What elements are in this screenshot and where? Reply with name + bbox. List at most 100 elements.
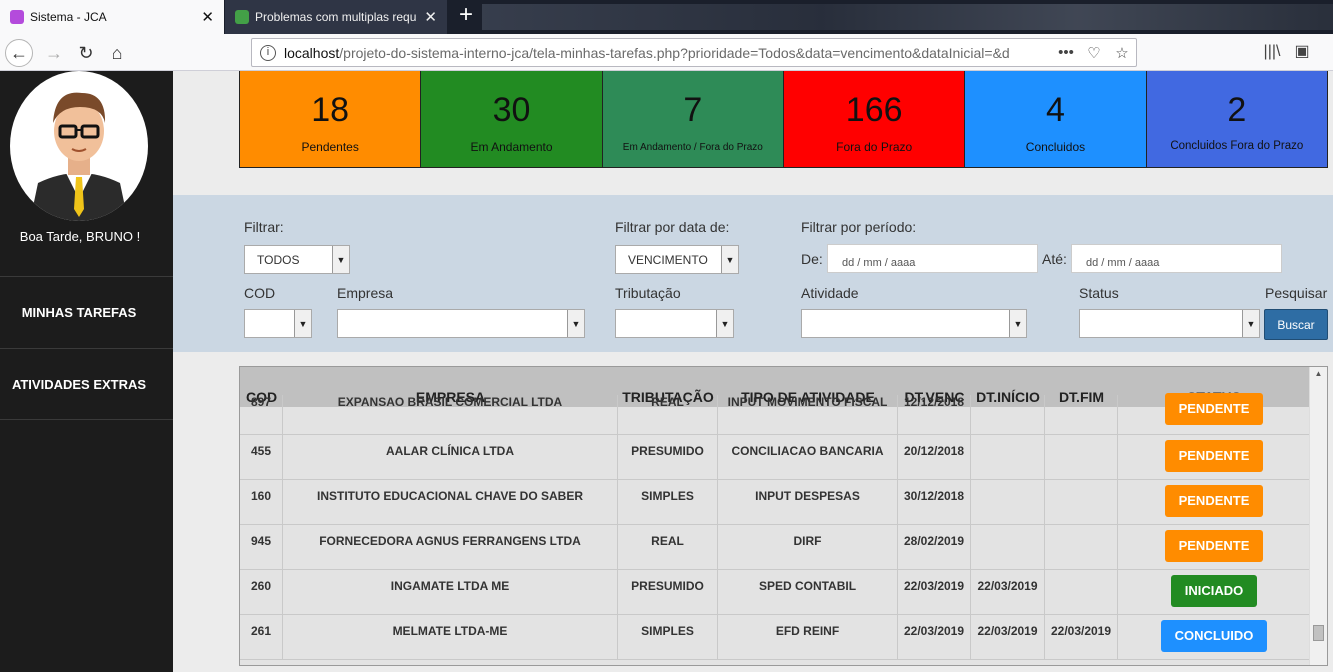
site-info-icon[interactable]: i (260, 44, 276, 61)
cell-tributacao: SIMPLES (618, 480, 718, 524)
close-tab-icon[interactable]: ✕ (201, 8, 214, 26)
cell-dt-venc: 22/03/2019 (898, 615, 971, 659)
reload-icon[interactable]: ↻ (72, 39, 100, 67)
cell-empresa: MELMATE LTDA-ME (283, 615, 618, 659)
status-badge[interactable]: CONCLUIDO (1160, 620, 1268, 652)
cell-tipo: INPUT MOVIMENTO FISCAL (718, 395, 898, 434)
stat-value: 2 (1227, 91, 1247, 129)
cell-dt-fim (1045, 570, 1118, 614)
browser-tab-bar: Sistema - JCA ✕ Problemas com multiplas … (0, 0, 1333, 34)
tributacao-select[interactable]: ▼ (615, 309, 734, 338)
cell-dt-fim (1045, 435, 1118, 479)
cell-status: PENDENTE (1118, 525, 1310, 569)
pocket-icon[interactable]: ♡ (1080, 44, 1108, 62)
date-to-input[interactable]: dd / mm / aaaa (1071, 244, 1282, 273)
url-text: localhost/projeto-do-sistema-interno-jca… (284, 44, 1010, 61)
status-label: Status (1079, 285, 1119, 301)
chevron-down-icon: ▼ (721, 246, 738, 273)
status-badge[interactable]: PENDENTE (1164, 530, 1264, 562)
cell-tributacao: SIMPLES (618, 615, 718, 659)
bookmark-star-icon[interactable]: ☆ (1108, 44, 1136, 62)
status-badge[interactable]: PENDENTE (1164, 440, 1264, 472)
sidebar-item-minhas-tarefas[interactable]: MINHAS TAREFAS (0, 276, 173, 348)
cell-dt-fim (1045, 525, 1118, 569)
cod-select[interactable]: ▼ (244, 309, 312, 338)
stat-fora-do-prazo[interactable]: 166 Fora do Prazo (783, 71, 966, 167)
cell-cod: 160 (240, 480, 283, 524)
blurred-tabs (482, 4, 1333, 30)
sidebar-toggle-icon[interactable]: ▣ (1290, 40, 1314, 64)
stat-em-andamento[interactable]: 30 Em Andamento (421, 71, 603, 167)
cell-tributacao: REAL (618, 395, 718, 434)
stat-pendentes[interactable]: 18 Pendentes (240, 71, 422, 167)
priority-select-value: TODOS (257, 252, 300, 267)
buscar-button[interactable]: Buscar (1264, 309, 1328, 340)
table-row[interactable]: 260 INGAMATE LTDA ME PRESUMIDO SPED CONT… (240, 570, 1310, 615)
cell-tributacao: REAL (618, 525, 718, 569)
page-actions-icon[interactable]: ••• (1052, 44, 1080, 61)
cell-cod: 455 (240, 435, 283, 479)
stat-label: Em Andamento / Fora do Prazo (622, 142, 763, 153)
forward-arrow-icon[interactable]: → (40, 39, 68, 67)
atividade-select[interactable]: ▼ (801, 309, 1027, 338)
table-row[interactable]: 945 FORNECEDORA AGNUS FERRANGENS LTDA RE… (240, 525, 1310, 570)
address-bar[interactable]: i localhost/projeto-do-sistema-interno-j… (251, 38, 1137, 67)
date-from-input[interactable]: dd / mm / aaaa (827, 244, 1038, 273)
tab-problemas[interactable]: Problemas com multiplas requ ✕ (225, 0, 447, 34)
chevron-down-icon: ▼ (1009, 310, 1026, 337)
chevron-down-icon: ▼ (716, 310, 733, 337)
cell-empresa: AALAR CLÍNICA LTDA (283, 435, 618, 479)
chevron-down-icon: ▼ (567, 310, 584, 337)
table-row[interactable]: 160 INSTITUTO EDUCACIONAL CHAVE DO SABER… (240, 480, 1310, 525)
tab-title: Problemas com multiplas requ (255, 10, 417, 24)
cell-status: CONCLUIDO (1118, 615, 1310, 659)
new-tab-icon[interactable]: + (454, 2, 478, 30)
home-icon[interactable]: ⌂ (103, 39, 131, 67)
close-tab-icon[interactable]: ✕ (424, 8, 437, 26)
scrollbar-thumb[interactable] (1313, 625, 1324, 641)
data-label: Filtrar por data de: (615, 219, 730, 235)
stat-label: Em Andamento (470, 140, 553, 154)
date-type-select[interactable]: VENCIMENTO ▼ (615, 245, 739, 274)
cell-dt-venc: 28/02/2019 (898, 525, 971, 569)
stat-value: 7 (683, 91, 703, 129)
stat-label: Concluidos (1025, 140, 1086, 154)
chevron-down-icon: ▼ (1242, 310, 1259, 337)
table-scrollbar[interactable]: ▲ (1309, 367, 1327, 665)
cell-dt-inicio: 22/03/2019 (971, 615, 1045, 659)
table-row[interactable]: 897 EXPANSAO BRASIL COMERCIAL LTDA REAL … (240, 393, 1310, 435)
cell-dt-venc: 12/12/2018 (898, 395, 971, 434)
library-icon[interactable]: |||\ (1260, 40, 1284, 64)
status-badge[interactable]: PENDENTE (1164, 485, 1264, 517)
filtrar-label: Filtrar: (244, 219, 284, 235)
scroll-up-icon[interactable]: ▲ (1310, 369, 1327, 378)
cell-status: PENDENTE (1118, 480, 1310, 524)
sidebar-item-atividades-extras[interactable]: ATIVIDADES EXTRAS (0, 348, 173, 420)
back-arrow-icon[interactable]: ← (5, 39, 33, 67)
cell-dt-venc: 20/12/2018 (898, 435, 971, 479)
stat-em-andamento-fora-prazo[interactable]: 7 Em Andamento / Fora do Prazo (602, 71, 784, 167)
stat-value: 4 (1046, 91, 1065, 129)
cell-status: PENDENTE (1118, 393, 1310, 434)
table-row[interactable]: 261 MELMATE LTDA-ME SIMPLES EFD REINF 22… (240, 615, 1310, 660)
status-badge[interactable]: INICIADO (1170, 575, 1258, 607)
table-body: 897 EXPANSAO BRASIL COMERCIAL LTDA REAL … (240, 393, 1310, 660)
table-row[interactable]: 455 AALAR CLÍNICA LTDA PRESUMIDO CONCILI… (240, 435, 1310, 480)
cell-dt-inicio (971, 435, 1045, 479)
empresa-select[interactable]: ▼ (337, 309, 585, 338)
tab-sistema-jca[interactable]: Sistema - JCA ✕ (0, 0, 224, 34)
stat-value: 166 (845, 91, 903, 129)
status-select[interactable]: ▼ (1079, 309, 1260, 338)
date-type-select-value: VENCIMENTO (628, 252, 708, 267)
cell-empresa: FORNECEDORA AGNUS FERRANGENS LTDA (283, 525, 618, 569)
cell-dt-inicio (971, 395, 1045, 434)
cell-dt-inicio (971, 525, 1045, 569)
status-badge[interactable]: PENDENTE (1164, 393, 1264, 425)
de-label: De: (801, 251, 823, 267)
stat-value: 18 (311, 91, 350, 129)
cell-tipo: SPED CONTABIL (718, 570, 898, 614)
priority-select[interactable]: TODOS ▼ (244, 245, 350, 274)
tasks-table: COD EMPRESA TRIBUTAÇÃO TIPO DE ATIVIDADE… (239, 366, 1328, 666)
stat-concluidos[interactable]: 4 Concluidos (965, 71, 1147, 167)
stat-concluidos-fora-prazo[interactable]: 2 Concluidos Fora do Prazo (1146, 71, 1327, 167)
